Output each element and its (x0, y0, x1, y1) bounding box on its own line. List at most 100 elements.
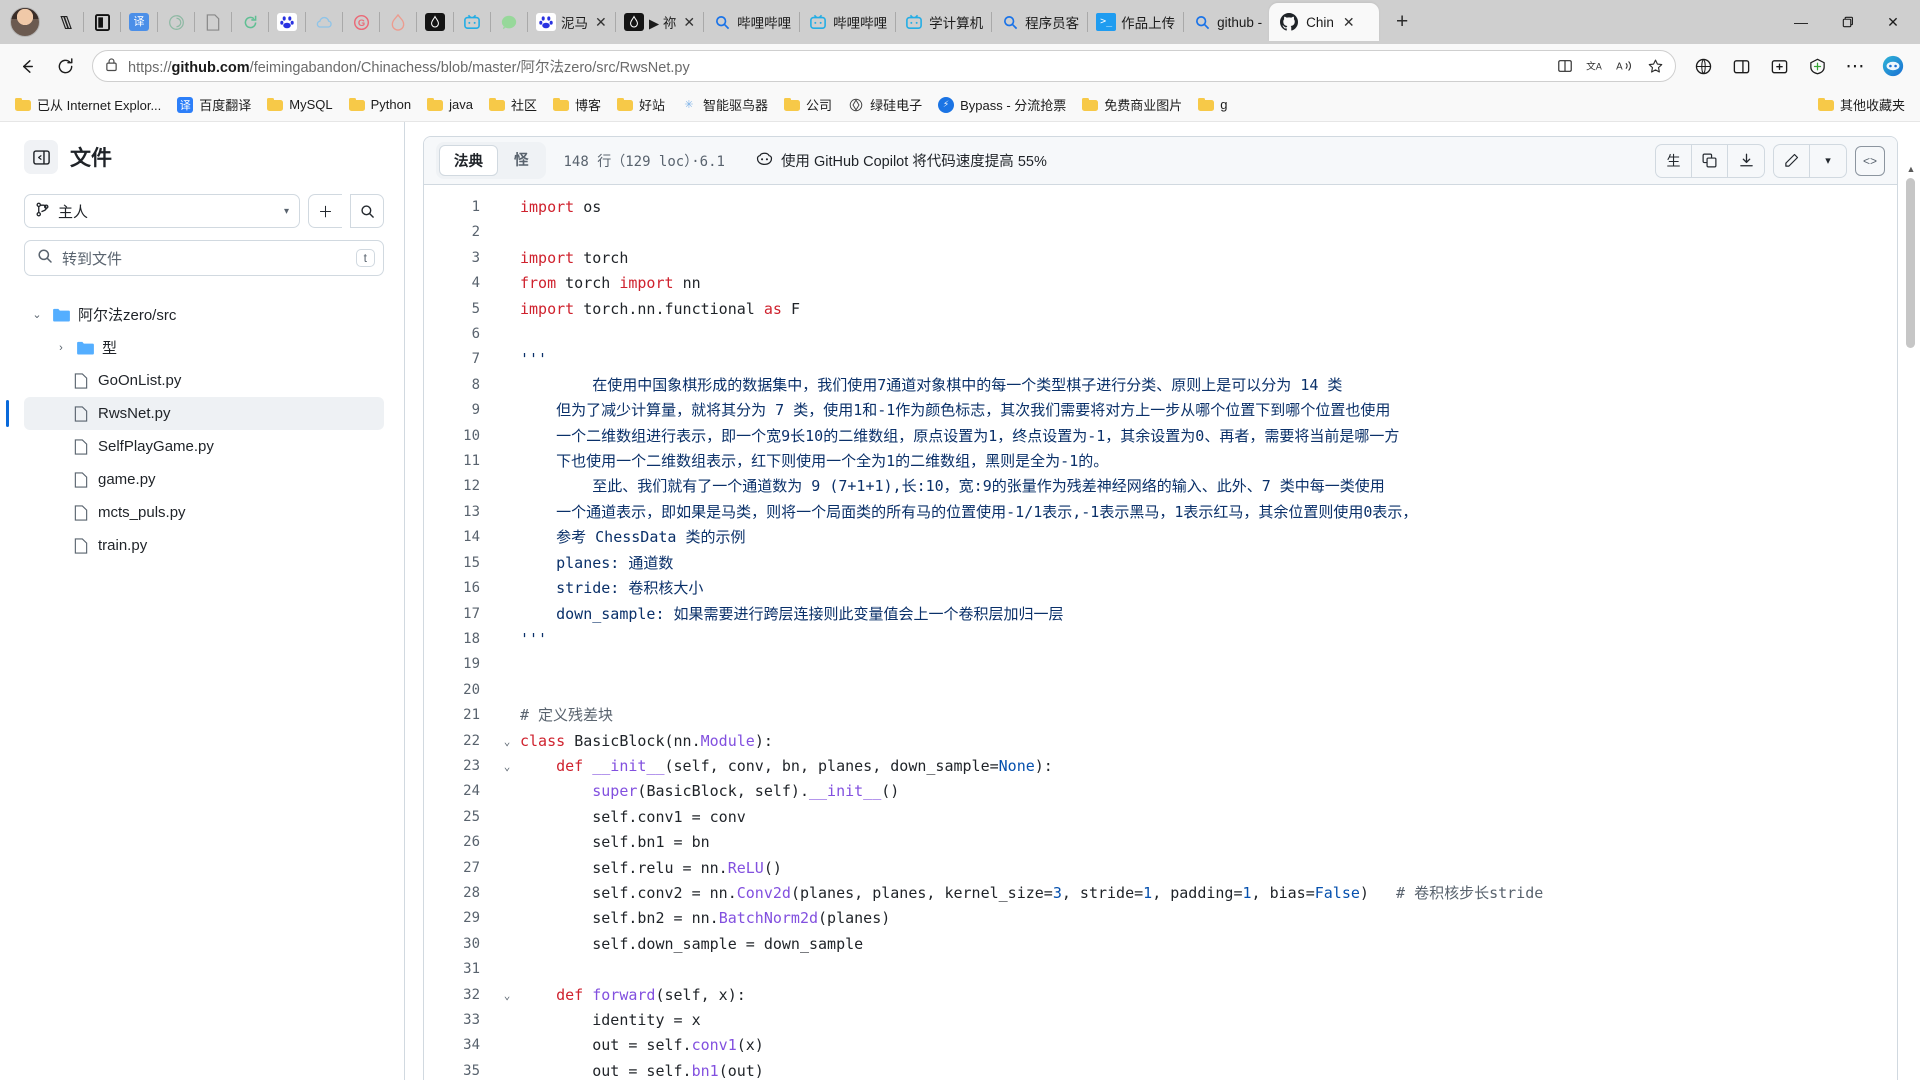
branch-selector[interactable]: 主人 ▾ (24, 194, 300, 228)
pinned-tab-reader[interactable] (85, 5, 119, 39)
close-icon[interactable]: ✕ (595, 14, 607, 31)
bookmark-item[interactable]: 绿硅电子 (841, 92, 929, 117)
fold-toggle-icon[interactable]: ⌄ (494, 754, 520, 779)
copy-button[interactable] (1692, 144, 1728, 177)
close-icon[interactable]: ✕ (683, 14, 695, 31)
bookmark-item[interactable]: ⚡ Bypass - 分流抢票 (931, 92, 1073, 117)
search-files-button[interactable] (350, 194, 384, 228)
pinned-tab-juejin[interactable] (418, 5, 452, 39)
bookmark-item[interactable]: g (1191, 94, 1234, 115)
collapse-sidebar-button[interactable] (24, 140, 58, 174)
pinned-tab-bilibili[interactable] (455, 5, 489, 39)
bookmark-item[interactable]: java (420, 94, 480, 115)
scroll-up-arrow[interactable]: ▲ (1904, 162, 1918, 176)
bookmark-item[interactable]: MySQL (260, 94, 339, 115)
pinned-tab-g[interactable]: G (344, 5, 378, 39)
bookmark-item[interactable]: ✳ 智能驱鸟器 (674, 92, 775, 117)
new-tab-button[interactable]: + (1385, 5, 1419, 39)
page-scrollbar[interactable]: ▲ (1904, 162, 1918, 1080)
pinned-tab-openai[interactable] (159, 5, 193, 39)
pinned-tab-document[interactable] (196, 5, 230, 39)
pinned-tab-sync[interactable] (233, 5, 267, 39)
tab-4[interactable]: 学计算机 (897, 5, 990, 39)
tab-label: 泥马 (561, 16, 588, 31)
collections-icon[interactable] (1686, 49, 1720, 83)
fold-toggle-icon[interactable]: ⌄ (494, 983, 520, 1008)
tree-folder-model[interactable]: › 型 (24, 331, 384, 364)
close-icon[interactable]: ✕ (1343, 14, 1355, 31)
code-text: 至此、我们就有了一个通道数为 9 (7+1+1),长:10，宽:9的张量作为残差… (520, 477, 1385, 496)
tab-0[interactable]: 泥马 ✕ (529, 5, 614, 39)
pinned-tab-flame[interactable] (381, 5, 415, 39)
symbols-panel-button[interactable]: <> (1855, 145, 1885, 176)
add-file-button[interactable]: ＋ (308, 194, 342, 228)
pinned-tab-books[interactable] (48, 5, 82, 39)
reload-button[interactable] (48, 49, 82, 83)
bookmark-item[interactable]: Python (342, 94, 418, 115)
fold-toggle-icon[interactable]: ⌄ (494, 729, 520, 754)
tree-item-label: GoOnList.py (98, 372, 182, 389)
code-line: 17 down_sample: 如果需要进行跨层连接则此变量值会上一个卷积层加归… (424, 602, 1897, 627)
tab-code[interactable]: 法典 (439, 145, 498, 176)
tab-2[interactable]: 哔哩哔哩 (705, 5, 798, 39)
bookmark-other-folder[interactable]: 其他收藏夹 (1811, 92, 1912, 117)
code-text: import torch (520, 248, 629, 267)
maximize-button[interactable] (1824, 0, 1870, 44)
tree-file-goonlist[interactable]: GoOnList.py (24, 364, 384, 397)
browser-essentials-icon[interactable] (1800, 49, 1834, 83)
bookmark-item[interactable]: 译百度翻译 (170, 92, 258, 117)
tab-1[interactable]: ▶ 祢 ✕ (617, 5, 702, 39)
chevron-down-icon[interactable]: ⌄ (30, 308, 44, 321)
pinned-tab-cloud[interactable] (307, 5, 341, 39)
add-icon[interactable] (1762, 49, 1796, 83)
tree-file-rwsnet[interactable]: RwsNet.py (6, 397, 384, 430)
raw-button[interactable]: 生 (1656, 144, 1692, 177)
code-content[interactable]: 1 import os 2 3 import torch 4 from torch impo… (424, 185, 1897, 1080)
bookmark-item[interactable]: 免费商业图片 (1075, 92, 1189, 117)
profile-avatar[interactable] (10, 7, 40, 37)
go-to-file-input[interactable]: 转到文件 t (24, 240, 384, 276)
tab-7[interactable]: github - (1185, 5, 1269, 39)
tab-6[interactable]: >_ 作品上传 (1089, 5, 1182, 39)
code-line: 14 参考 ChessData 类的示例 (424, 525, 1897, 550)
tree-folder-src[interactable]: ⌄ 阿尔法zero/src (24, 298, 384, 331)
address-bar[interactable]: https://github.com/feimingabandon/Chinac… (92, 50, 1676, 82)
tab-divider (453, 12, 454, 32)
tab-3[interactable]: 哔哩哔哩 (801, 5, 894, 39)
bookmark-label: 智能驱鸟器 (703, 98, 769, 113)
split-view-icon[interactable] (1724, 49, 1758, 83)
active-tab-github[interactable]: Chin ✕ (1269, 3, 1380, 41)
bookmark-item[interactable]: 已从 Internet Explor... (8, 92, 168, 117)
code-line: 28 self.conv2 = nn.Conv2d(planes, planes… (424, 881, 1897, 906)
chevron-right-icon[interactable]: › (54, 342, 68, 354)
bookmark-item[interactable]: 社区 (482, 92, 544, 117)
split-screen-icon[interactable] (1551, 52, 1579, 80)
favorite-icon[interactable] (1641, 52, 1669, 80)
tree-file-game[interactable]: game.py (24, 463, 384, 496)
more-options-icon[interactable]: ⋯ (1838, 49, 1872, 83)
translate-icon: 译 (129, 13, 149, 31)
bookmark-item[interactable]: 公司 (777, 92, 839, 117)
edit-button[interactable] (1774, 144, 1810, 177)
pinned-tab-baidu[interactable] (270, 5, 304, 39)
back-button[interactable] (10, 49, 44, 83)
minimize-button[interactable]: — (1778, 0, 1824, 44)
line-number: 29 (463, 910, 480, 927)
edit-dropdown-button[interactable]: ▾ (1810, 145, 1846, 177)
pinned-tab-translate[interactable]: 译 (122, 5, 156, 39)
copilot-icon[interactable] (1876, 49, 1910, 83)
close-window-button[interactable]: ✕ (1870, 0, 1916, 44)
read-aloud-icon[interactable]: A (1611, 52, 1639, 80)
tree-file-train[interactable]: train.py (24, 529, 384, 562)
scrollbar-thumb[interactable] (1906, 178, 1915, 348)
tree-file-selfplaygame[interactable]: SelfPlayGame.py (24, 430, 384, 463)
bookmark-item[interactable]: 博客 (546, 92, 608, 117)
copilot-promo[interactable]: 使用 GitHub Copilot 将代码速度提高 55% (755, 150, 1047, 171)
tree-file-mctspuls[interactable]: mcts_puls.py (24, 496, 384, 529)
tab-blame[interactable]: 怪 (500, 145, 543, 176)
tab-5[interactable]: 程序员客 (993, 5, 1086, 39)
download-button[interactable] (1728, 145, 1764, 177)
bookmark-item[interactable]: 好站 (610, 92, 672, 117)
translate-icon[interactable]: 文A (1581, 52, 1609, 80)
pinned-tab-wechat[interactable] (492, 5, 526, 39)
